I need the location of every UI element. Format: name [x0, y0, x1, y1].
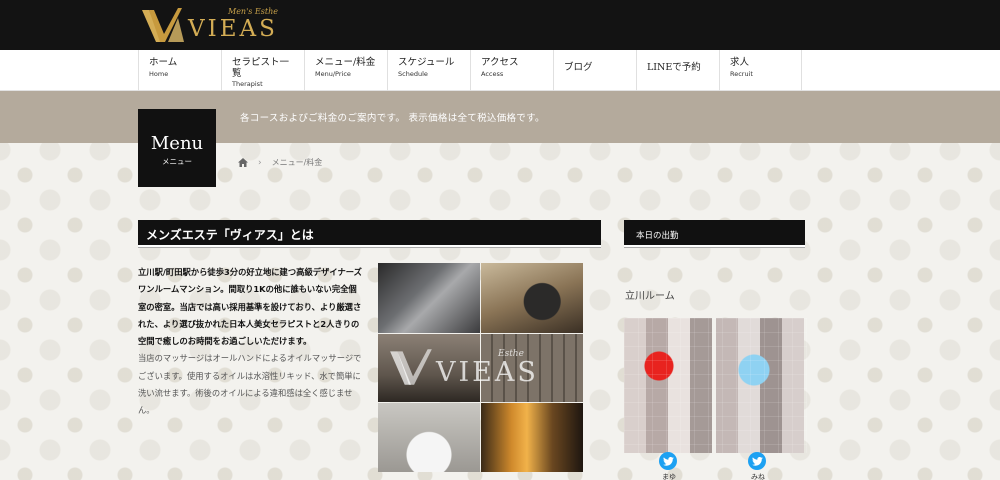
- photo-washbasin: [378, 403, 480, 472]
- photo-towels: [481, 263, 583, 333]
- nav-label: アクセス: [481, 57, 519, 68]
- page-title: Menu: [150, 133, 204, 154]
- nav-label-en: Access: [481, 70, 504, 78]
- intro-paragraph-light: 当店のマッサージはオールハンドによるオイルマッサージでございます。使用するオイル…: [138, 353, 362, 416]
- nav-home[interactable]: ホーム Home: [138, 50, 221, 91]
- nav-label-en: Recruit: [730, 70, 753, 78]
- twitter-icon[interactable]: [659, 452, 677, 470]
- sidebar-heading: 本日の出勤: [624, 220, 805, 247]
- shop-photo-collage: Esthe VIEAS: [378, 263, 583, 472]
- nav-therapist[interactable]: セラピスト一覧 Therapist: [221, 50, 304, 91]
- logo-text: VIEAS: [188, 16, 278, 42]
- nav-label: ホーム: [149, 57, 178, 68]
- today-therapists: [624, 318, 807, 453]
- nav-label: メニュー/料金: [315, 57, 376, 68]
- nav-access[interactable]: アクセス Access: [470, 50, 553, 91]
- nav-blog[interactable]: ブログ: [553, 50, 636, 91]
- mosaic-overlay: [624, 318, 807, 453]
- nav-schedule[interactable]: スケジュール Schedule: [387, 50, 470, 91]
- site-logo[interactable]: Men's Esthe VIEAS: [140, 4, 280, 46]
- twitter-icon[interactable]: [748, 452, 766, 470]
- section-heading: メンズエステ「ヴィアス」とは: [138, 220, 601, 247]
- page-subtitle: メニュー: [162, 157, 192, 166]
- room-name: 立川ルーム: [625, 291, 675, 302]
- nav-line-reserve[interactable]: LINEで予約: [636, 50, 719, 91]
- main-nav-bar: ホーム Home セラピスト一覧 Therapist メニュー/料金 Menu/Pri…: [0, 50, 1000, 91]
- nav-label: スケジュール: [398, 57, 455, 68]
- nav-label-en: Home: [149, 70, 169, 78]
- photo-entrance: [378, 263, 480, 333]
- breadcrumb-separator-icon: ›: [258, 157, 262, 168]
- collage-logo-text: VIEAS: [436, 357, 539, 388]
- nav-recruit[interactable]: 求人 Recruit: [719, 50, 802, 91]
- main-nav: ホーム Home セラピスト一覧 Therapist メニュー/料金 Menu/Pri…: [138, 50, 802, 91]
- logo-subtitle: Men's Esthe: [228, 7, 278, 16]
- logo-mark-icon: [142, 8, 184, 42]
- photo-corridor: [481, 403, 583, 472]
- banner-text: 各コースおよびご料金のご案内です。 表示価格は全て税込価格です。: [240, 113, 545, 124]
- top-header: Men's Esthe VIEAS: [0, 0, 1000, 50]
- section-heading-text: メンズエステ「ヴィアス」とは: [146, 228, 314, 242]
- nav-label: 求人: [730, 57, 750, 68]
- nav-menu-price[interactable]: メニュー/料金 Menu/Price: [304, 50, 387, 91]
- nav-label-en: Schedule: [398, 70, 428, 78]
- therapist-name[interactable]: みね: [751, 472, 765, 480]
- nav-label-en: Therapist: [232, 80, 263, 88]
- nav-label: セラピスト一覧: [232, 57, 290, 79]
- therapist-name[interactable]: まゆ: [662, 472, 676, 480]
- intro-paragraph-bold: 立川駅/町田駅から徒歩3分の好立地に建つ高級デザイナーズワンルームマンション。間…: [138, 267, 362, 347]
- nav-label: ブログ: [564, 62, 593, 73]
- sidebar-heading-text: 本日の出勤: [636, 231, 679, 241]
- nav-label: LINEで予約: [647, 62, 701, 73]
- breadcrumb-current: メニュー/料金: [271, 158, 323, 167]
- breadcrumb: › メニュー/料金: [238, 157, 322, 168]
- page-title-box: Menu メニュー: [138, 109, 216, 187]
- intro-text: 立川駅/町田駅から徒歩3分の好立地に建つ高級デザイナーズワンルームマンション。間…: [138, 264, 364, 420]
- home-icon[interactable]: [238, 158, 248, 167]
- collage-logo-mark-icon: [390, 349, 432, 385]
- nav-label-en: Menu/Price: [315, 70, 351, 78]
